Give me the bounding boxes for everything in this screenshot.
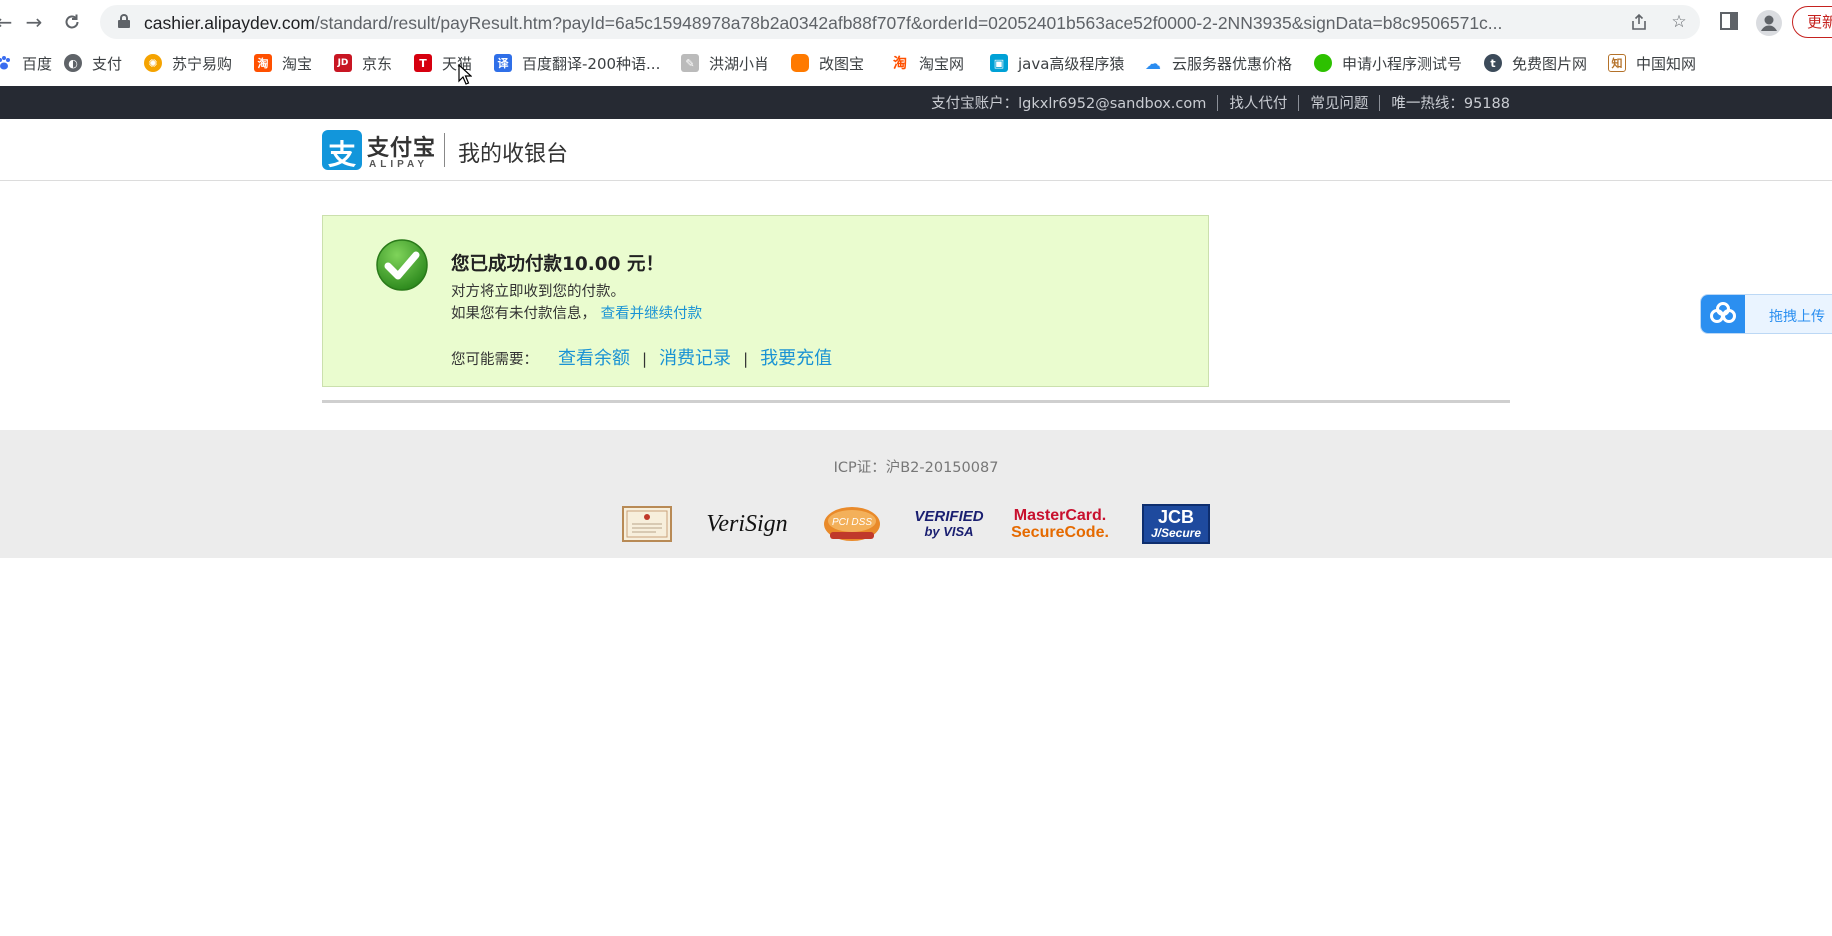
baidu-paw-icon xyxy=(0,56,10,70)
alipay-logo-icon[interactable]: 支 xyxy=(322,130,362,171)
browser-toolbar: ← → cashier.alipaydev.com/standard/resul… xyxy=(0,0,1832,44)
suning-icon: ✺ xyxy=(144,54,162,72)
bookmarks-bar: 百度 ◐ 支付 ✺ 苏宁易购 淘淘宝 JD 京东 T 天猫 译百度翻译-200种语...… xyxy=(0,44,1832,82)
mouse-cursor-icon xyxy=(458,64,472,85)
share-icon[interactable] xyxy=(1628,11,1650,33)
mastercard-securecode-badge[interactable]: MasterCard. SecureCode. xyxy=(1011,504,1109,544)
account-label: 支付宝账户：lgkxlr6952@sandbox.com xyxy=(931,96,1207,112)
topbar-separator xyxy=(1379,94,1381,111)
payment-success-panel: 您已成功付款10.00 元！ 对方将立即收到您的付款。 如果您有未付款信息， 查… xyxy=(322,215,1209,387)
globe-icon: ◐ xyxy=(64,54,82,72)
bookmark-jd[interactable]: JD 京东 xyxy=(334,52,392,74)
header-divider xyxy=(444,133,445,167)
link-separator: | xyxy=(743,350,749,368)
bilibili-icon: ▣ xyxy=(990,54,1008,72)
view-balance-link[interactable]: 查看余额 xyxy=(558,344,630,370)
translate-icon: 译 xyxy=(494,54,512,72)
taobao-net-icon: 淘 xyxy=(893,56,907,72)
t-icon: t xyxy=(1484,54,1502,72)
topbar-separator xyxy=(1298,94,1300,111)
forward-icon[interactable]: → xyxy=(20,8,48,36)
url-text[interactable]: cashier.alipaydev.com/standard/result/pa… xyxy=(144,13,1564,33)
drag-upload-widget[interactable]: 拖拽上传 xyxy=(1700,294,1832,334)
unpaid-info-line: 如果您有未付款信息， 查看并继续付款 xyxy=(451,302,702,323)
faq-link[interactable]: 常见问题 xyxy=(1310,92,1368,113)
tmall-icon: T xyxy=(414,54,432,72)
bookmark-suning[interactable]: ✺ 苏宁易购 xyxy=(144,52,232,74)
icp-license: ICP证：沪B2-20150087 xyxy=(833,460,999,476)
bookmark-cloud-server[interactable]: ☁ 云服务器优惠价格 xyxy=(1144,52,1292,74)
cashier-header: 支 支付宝 ALIPAY 我的收银台 xyxy=(0,119,1832,181)
bookmark-honghu[interactable]: ✎ 洪湖小肖 xyxy=(681,52,769,74)
address-bar[interactable]: cashier.alipaydev.com/standard/result/pa… xyxy=(100,5,1700,39)
bookmark-gaitubao[interactable]: 改图宝 xyxy=(791,52,864,74)
bookmark-baidu-translate[interactable]: 译百度翻译-200种语... xyxy=(494,52,660,74)
gaitubao-icon xyxy=(791,54,809,72)
success-title: 您已成功付款10.00 元！ xyxy=(451,254,664,275)
success-message: 对方将立即收到您的付款。 xyxy=(451,284,625,300)
hotline-text: 唯一热线：95188 xyxy=(1391,96,1510,112)
spending-records-link[interactable]: 消费记录 xyxy=(659,344,731,370)
update-button[interactable]: 更新 xyxy=(1792,6,1832,38)
license-certificate-badge[interactable] xyxy=(622,504,672,544)
view-continue-pay-link[interactable]: 查看并继续付款 xyxy=(601,306,703,322)
wechat-icon xyxy=(1314,54,1332,72)
bookmark-pay[interactable]: ◐ 支付 xyxy=(64,52,122,74)
unpaid-info-text: 如果您有未付款信息， xyxy=(451,306,596,322)
sidepanel-icon[interactable] xyxy=(1718,10,1742,34)
bookmark-taobao-net[interactable]: 淘淘宝网 xyxy=(891,52,964,74)
quick-links-label: 您可能需要： xyxy=(451,352,538,368)
verisign-badge[interactable]: VeriSign xyxy=(706,504,788,544)
success-check-icon xyxy=(376,239,428,291)
taobao-icon: 淘 xyxy=(254,54,272,72)
reload-icon[interactable] xyxy=(58,8,86,36)
link-separator: | xyxy=(642,350,648,368)
alipay-logo-text: 支付宝 xyxy=(367,136,437,161)
bookmark-miniprogram[interactable]: 申请小程序测试号 xyxy=(1314,52,1462,74)
back-icon[interactable]: ← xyxy=(0,8,18,36)
profile-icon[interactable] xyxy=(1756,10,1782,36)
bookmark-java[interactable]: ▣ java高级程序猿 xyxy=(990,52,1124,74)
jcb-jsecure-badge[interactable]: JCB J/Secure xyxy=(1142,504,1210,544)
star-icon[interactable]: ☆ xyxy=(1668,11,1690,33)
cloud-upload-icon xyxy=(1701,295,1745,333)
quick-links: 您可能需要： 查看余额 | 消费记录 | 我要充值 xyxy=(451,344,832,370)
bird-icon: ✎ xyxy=(681,54,699,72)
svg-text:PCI DSS: PCI DSS xyxy=(832,517,872,528)
topbar-separator xyxy=(1217,94,1219,111)
alipay-logo-subtext: ALIPAY xyxy=(369,159,429,170)
cnki-icon: 知 xyxy=(1608,54,1626,72)
bookmark-taobao[interactable]: 淘淘宝 xyxy=(254,52,312,74)
bookmark-cnki[interactable]: 知中国知网 xyxy=(1608,52,1696,74)
account-topbar: 支付宝账户：lgkxlr6952@sandbox.com 找人代付 常见问题 唯… xyxy=(0,86,1832,119)
find-payer-link[interactable]: 找人代付 xyxy=(1229,92,1287,113)
cloud-icon: ☁ xyxy=(1145,53,1161,73)
bookmark-free-images[interactable]: t 免费图片网 xyxy=(1484,52,1587,74)
drag-upload-label: 拖拽上传 xyxy=(1769,309,1825,325)
page-footer: ICP证：沪B2-20150087 VeriSign PCI DSS VERIF… xyxy=(0,430,1832,558)
recharge-link[interactable]: 我要充值 xyxy=(760,344,832,370)
content-divider xyxy=(322,400,1510,403)
lock-icon[interactable] xyxy=(118,14,130,28)
verified-by-visa-badge[interactable]: VERIFIED by VISA xyxy=(914,504,983,544)
page-title: 我的收银台 xyxy=(458,142,569,167)
pci-dss-badge[interactable]: PCI DSS xyxy=(822,504,882,544)
jd-icon: JD xyxy=(334,54,352,72)
security-certifications: VeriSign PCI DSS VERIFIED by VISA Master… xyxy=(0,504,1832,544)
